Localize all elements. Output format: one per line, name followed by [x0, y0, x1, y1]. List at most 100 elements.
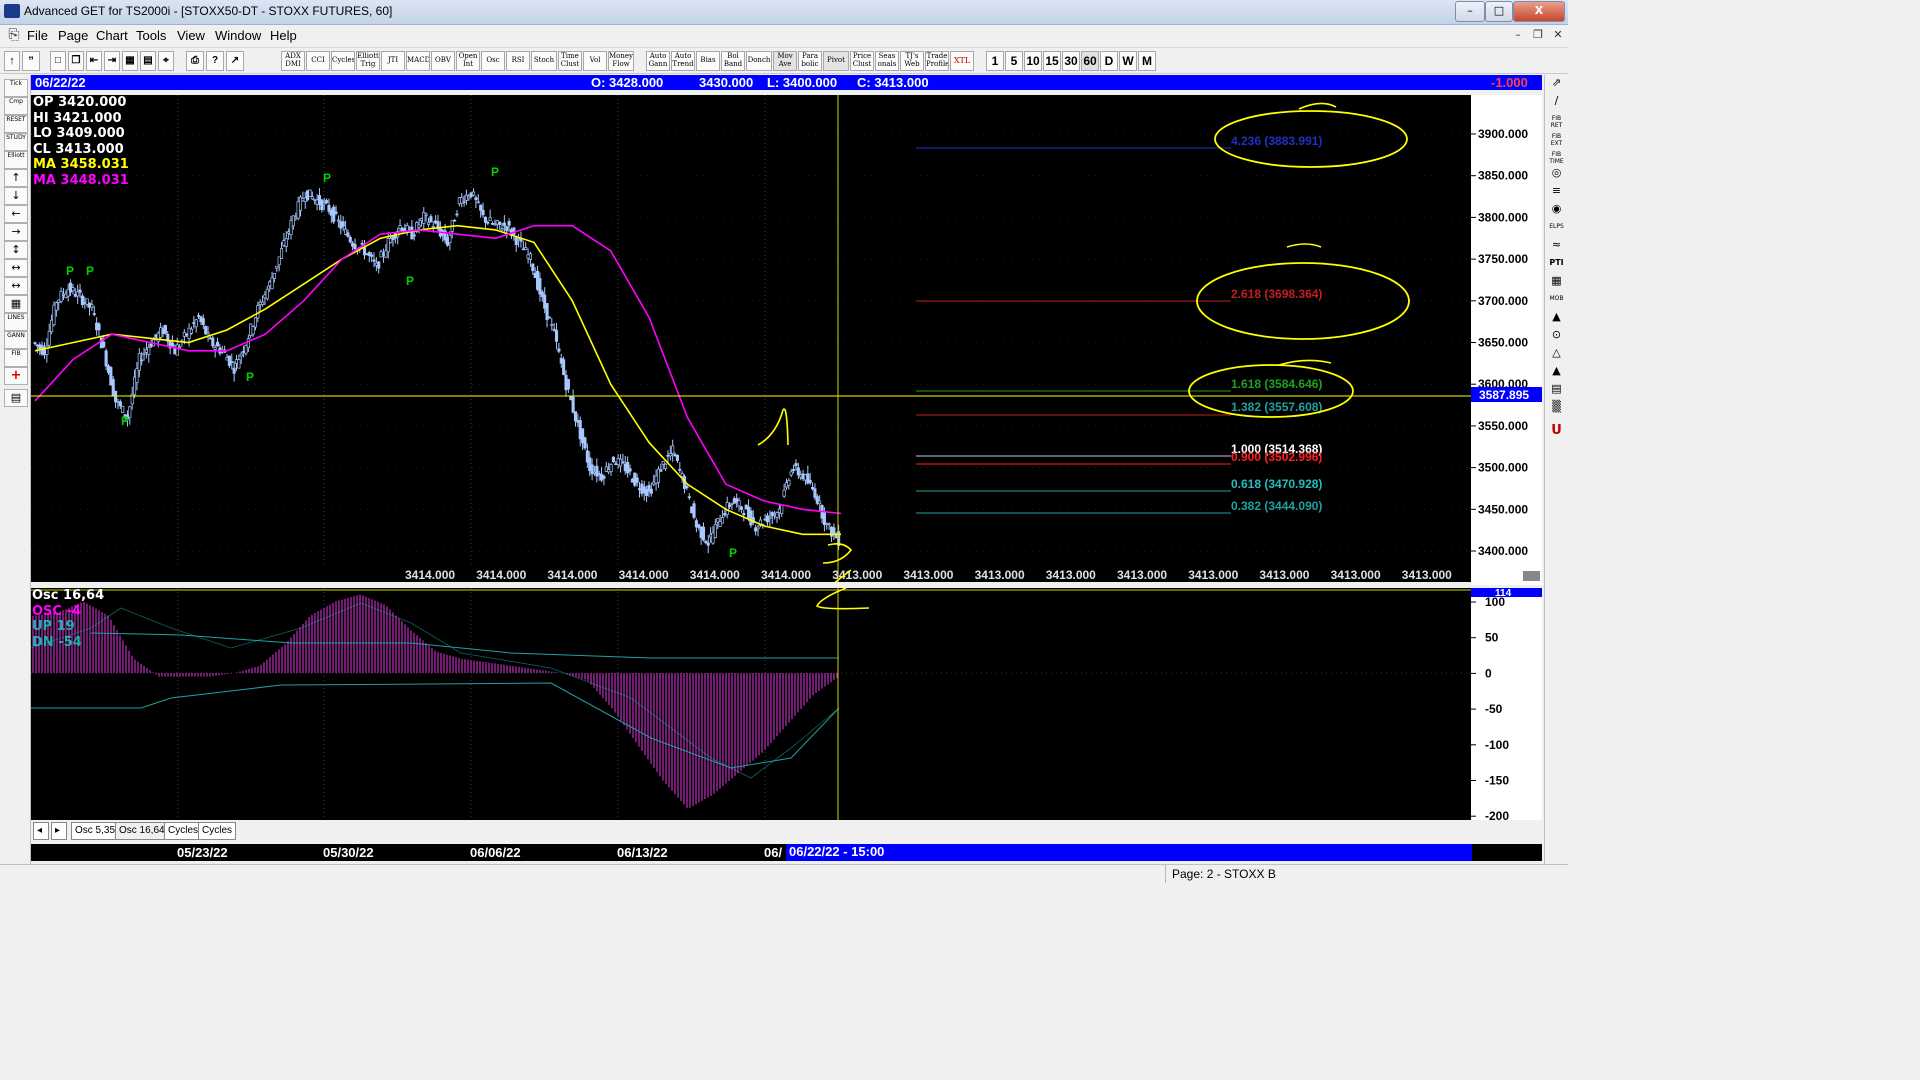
study-elliott-trig-button[interactable]: Elliott Trig	[356, 51, 380, 71]
triangle-outline-icon[interactable]: △	[1548, 347, 1565, 364]
study-auto-gann-button[interactable]: Auto Gann	[646, 51, 670, 71]
scroll-right-icon[interactable]: ⇥	[104, 51, 120, 71]
period-10-button[interactable]: 10	[1024, 51, 1042, 71]
oscillator-axis[interactable]: 100 50 0 -50 -100 -150 -200 114	[1471, 588, 1542, 823]
menu-tools[interactable]: Tools	[136, 28, 166, 43]
arrow-tool-icon[interactable]: ↑	[4, 51, 20, 71]
study-bias-button[interactable]: Bias	[696, 51, 720, 71]
expand-vertical-icon[interactable]: ↕	[4, 241, 28, 259]
left-arrow-icon[interactable]: ←	[4, 205, 28, 223]
study-time-clust-button[interactable]: Time Clust	[558, 51, 582, 71]
tab-cycles-1[interactable]: Cycles	[164, 822, 203, 840]
grid-icon[interactable]: ▤	[140, 51, 156, 71]
trendline-icon[interactable]: ∕	[1548, 95, 1565, 112]
study-adx-dmi-button[interactable]: ADX DMI	[281, 51, 305, 71]
study-pivot-button[interactable]: Pivot	[823, 51, 849, 71]
crosshair-icon[interactable]: +	[4, 367, 28, 385]
left-tool-elliott[interactable]: Elliott	[4, 151, 28, 169]
tab-osc-16-64[interactable]: Osc 16,64	[115, 822, 169, 840]
study-jti-button[interactable]: JTI	[381, 51, 405, 71]
study-vol-button[interactable]: Vol	[583, 51, 607, 71]
study-open-int-button[interactable]: Open Int	[456, 51, 480, 71]
period-15-button[interactable]: 15	[1043, 51, 1061, 71]
menu-view[interactable]: View	[177, 28, 205, 43]
left-tool-gann[interactable]: GANN	[4, 331, 28, 349]
study-money-flow-button[interactable]: Money Flow	[608, 51, 634, 71]
compress-horizontal-icon[interactable]: ↔	[4, 277, 28, 295]
left-tool-compare[interactable]: Cmp	[4, 97, 28, 115]
list-tool-icon[interactable]: ▤	[1548, 383, 1565, 400]
period-m-button[interactable]: M	[1138, 51, 1156, 71]
quote-tool-icon[interactable]: ”	[22, 51, 40, 71]
left-tool-reset[interactable]: RESET	[4, 115, 28, 133]
study-tjs-web-button[interactable]: TJ's Web	[900, 51, 924, 71]
fib-time-tool[interactable]: FIB TIME	[1548, 151, 1565, 166]
period-d-button[interactable]: D	[1100, 51, 1118, 71]
mdi-restore-icon[interactable]: ❐	[1530, 28, 1546, 42]
pti-tool[interactable]: PTI	[1548, 259, 1565, 274]
grid-tool-icon[interactable]: ▦	[1548, 275, 1565, 292]
left-tool-study[interactable]: STUDY	[4, 133, 28, 151]
context-help-icon[interactable]: ↗	[226, 51, 244, 71]
study-price-clust-button[interactable]: Price Clust	[850, 51, 874, 71]
study-osc-button[interactable]: Osc	[481, 51, 505, 71]
draw-arrow-icon[interactable]: ⇗	[1548, 77, 1565, 94]
tab-scroll-right-icon[interactable]: ▸	[51, 822, 67, 840]
price-chart-panel[interactable]: P P P P P P P P 4.236 (3883.991) 2.618 (3698.364)…	[31, 95, 1471, 596]
tab-scroll-left-icon[interactable]: ◂	[33, 822, 49, 840]
tab-cycles-2[interactable]: Cycles	[198, 822, 237, 840]
study-seasonals-button[interactable]: Seas onals	[875, 51, 899, 71]
maximize-button[interactable]: □	[1485, 1, 1513, 22]
grid-toggle-icon[interactable]: ▦	[4, 295, 28, 313]
menu-window[interactable]: Window	[215, 28, 261, 43]
down-arrow-icon[interactable]: ↓	[4, 187, 28, 205]
menu-page[interactable]: Page	[58, 28, 88, 43]
price-chart-svg[interactable]: P PPPPPPP4.236 (3883.991)2.618 (3698.364)…	[31, 95, 1471, 596]
pattern-tool-icon[interactable]: ▒	[1548, 401, 1565, 418]
period-w-button[interactable]: W	[1119, 51, 1137, 71]
mdi-close-icon[interactable]: ✕	[1550, 28, 1566, 42]
menu-file[interactable]: File	[27, 28, 48, 43]
period-60-button[interactable]: 60	[1081, 51, 1099, 71]
study-mov-ave-button[interactable]: Mov Ave	[773, 51, 797, 71]
left-tool-lines[interactable]: LINES	[4, 313, 28, 331]
left-tool-tick[interactable]: Tick	[4, 79, 28, 97]
study-rsi-button[interactable]: RSI	[506, 51, 530, 71]
period-5-button[interactable]: 5	[1005, 51, 1023, 71]
study-trade-profile-button[interactable]: Trade Profile	[925, 51, 949, 71]
target-tool-icon[interactable]: ◉	[1548, 203, 1565, 220]
mdi-minimize-icon[interactable]: –	[1510, 28, 1526, 42]
minimize-button[interactable]: –	[1455, 1, 1485, 22]
study-parabolic-button[interactable]: Para bolic	[798, 51, 822, 71]
study-auto-trend-button[interactable]: Auto Trend	[671, 51, 695, 71]
study-cci-button[interactable]: CCI	[306, 51, 330, 71]
close-button[interactable]: X	[1513, 1, 1565, 22]
document-icon[interactable]: ⎘	[6, 27, 22, 43]
chart-icon[interactable]: ▦	[122, 51, 138, 71]
right-arrow-icon[interactable]: →	[4, 223, 28, 241]
scroll-left-icon[interactable]: ⇤	[86, 51, 102, 71]
left-tool-fib[interactable]: FIB	[4, 349, 28, 367]
expand-horizontal-icon[interactable]: ↔	[4, 259, 28, 277]
help-icon[interactable]: ?	[206, 51, 224, 71]
wave-tool-icon[interactable]: ≈	[1548, 239, 1565, 256]
circle-tool-icon[interactable]: ◎	[1548, 167, 1565, 184]
period-1-button[interactable]: 1	[986, 51, 1004, 71]
save-icon[interactable]: ▤	[4, 389, 28, 407]
study-cycles-button[interactable]: Cycles	[331, 51, 355, 71]
study-bol-band-button[interactable]: Bol Band	[721, 51, 745, 71]
channel-tool-icon[interactable]: ≡	[1548, 185, 1565, 202]
tab-osc-5-35[interactable]: Osc 5,35	[71, 822, 120, 840]
oscillator-panel[interactable]: Osc 16,64 OSC -4 UP 19 DN -54	[30, 587, 1471, 820]
up-arrow-icon[interactable]: ↑	[4, 169, 28, 187]
fib-extension-tool[interactable]: FIB EXT	[1548, 133, 1565, 148]
zoom-icon[interactable]: ⌖	[158, 51, 174, 71]
price-axis[interactable]: 3900.000 3850.000 3800.000 3750.000 3700.000…	[1471, 95, 1542, 585]
menu-help[interactable]: Help	[270, 28, 297, 43]
study-xtl-button[interactable]: XTL	[950, 51, 974, 71]
study-obv-button[interactable]: OBV	[431, 51, 455, 71]
u-tool-icon[interactable]: U	[1548, 424, 1565, 442]
triangle-tool-icon[interactable]: ▲	[1548, 311, 1565, 328]
print-icon[interactable]: ⎙	[186, 51, 204, 71]
ellipse-tool[interactable]: ELPS	[1548, 223, 1565, 238]
